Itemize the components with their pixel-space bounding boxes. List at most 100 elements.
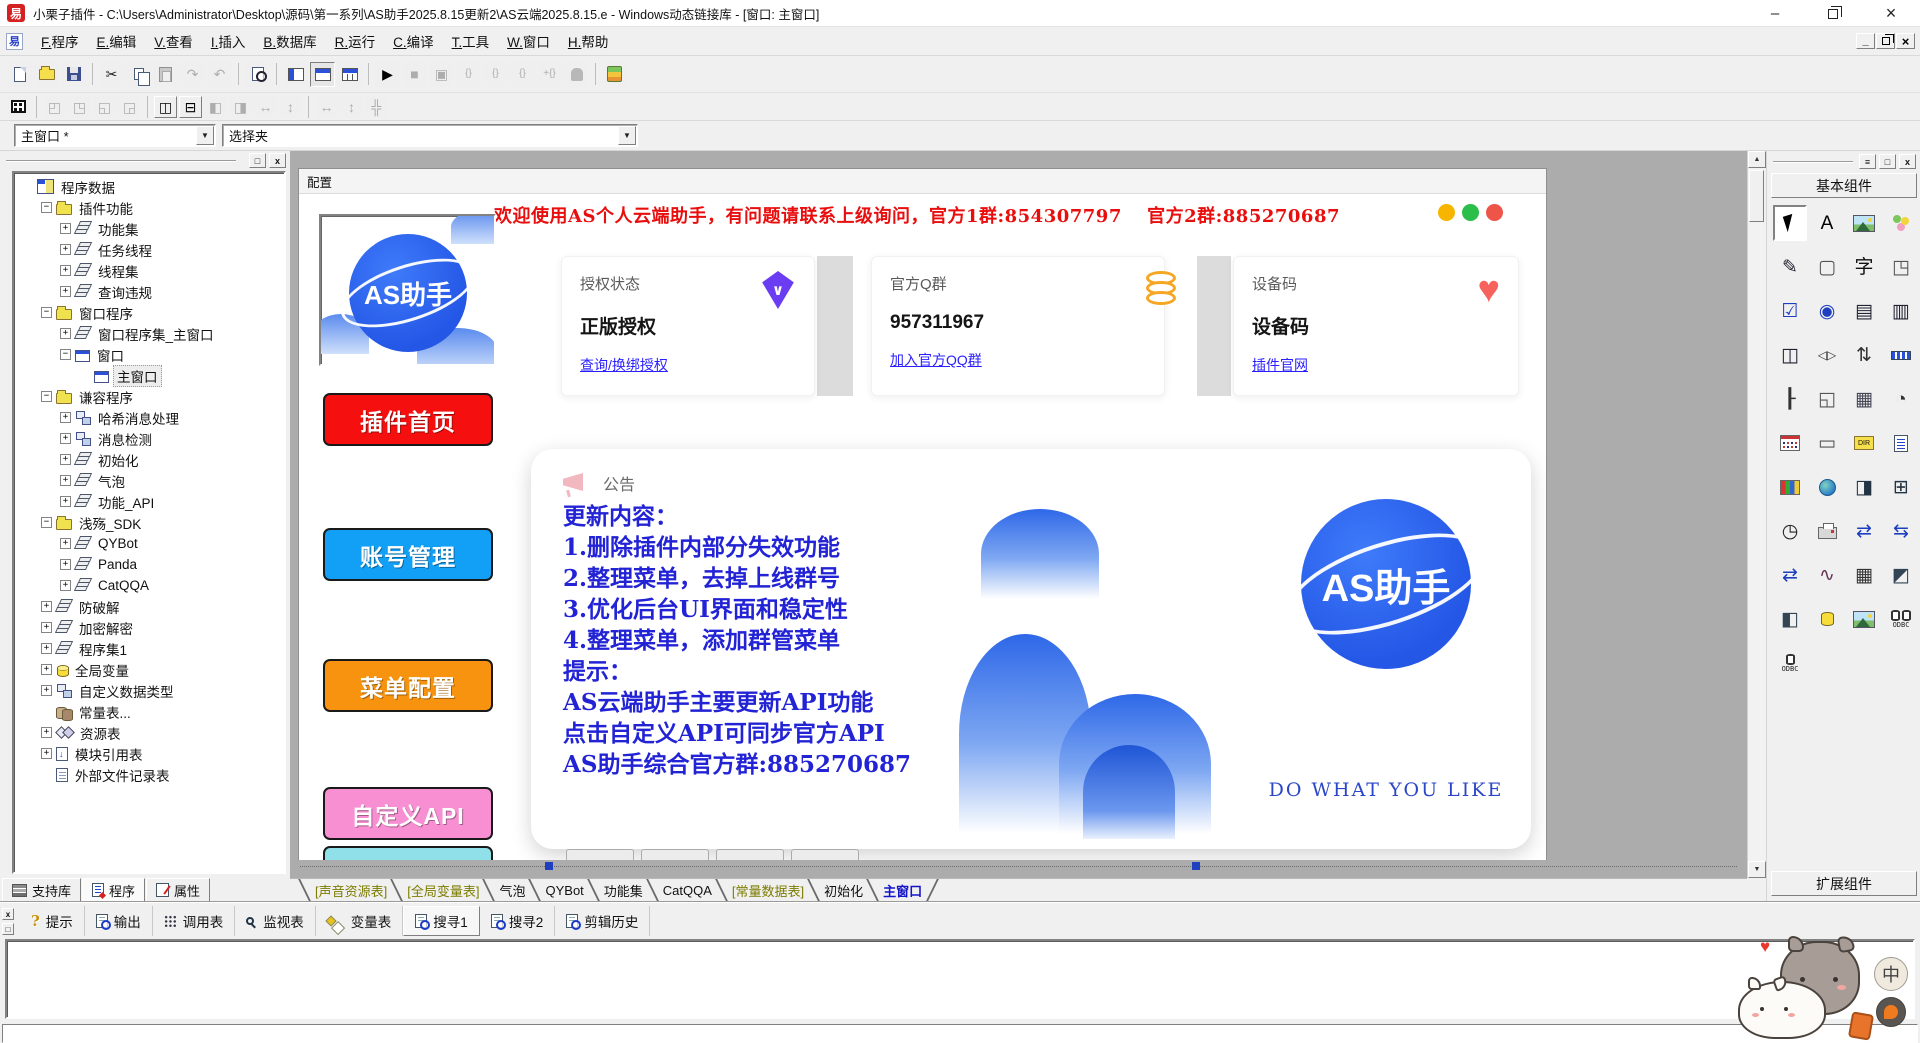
pause-icon[interactable] — [564, 62, 589, 87]
expand-icon[interactable]: + — [60, 265, 71, 276]
tree-item[interactable]: −窗口 — [16, 344, 284, 365]
tree-item-label[interactable]: CatQQA — [95, 578, 152, 593]
tree-item-label[interactable]: 窗口程序 — [76, 303, 136, 323]
palette-border[interactable]: ◳ — [1884, 249, 1918, 285]
tree-item-label[interactable]: QYBot — [95, 536, 141, 551]
find-icon[interactable] — [245, 62, 270, 87]
tree-item-label[interactable]: 哈希消息处理 — [95, 408, 182, 428]
palette-radio-button[interactable]: ◉ — [1810, 293, 1844, 329]
dock-close-button[interactable]: x — [2, 908, 14, 920]
selection-handle[interactable] — [1192, 862, 1200, 870]
clipped-button[interactable] — [791, 849, 859, 860]
tree-item[interactable]: +线程集 — [16, 260, 284, 281]
dock-tab-3[interactable]: 调用表 — [153, 906, 236, 936]
doc-tab-9[interactable]: 主窗口 — [874, 879, 931, 902]
minimize-button[interactable]: – — [1746, 0, 1804, 27]
palette-edit-line[interactable]: ▭ — [1810, 425, 1844, 461]
palette-spin-updown[interactable]: ⇅ — [1847, 337, 1881, 373]
palette-dir-box[interactable]: DIR — [1847, 425, 1881, 461]
doc-tab-8[interactable]: 初始化 — [815, 879, 872, 902]
menu-item-7[interactable]: C.编译 — [384, 28, 443, 54]
menu-item-1[interactable]: F.程序 — [32, 28, 88, 54]
space-across-icon[interactable]: ◧ — [204, 96, 227, 118]
panel-maximize-button[interactable]: □ — [249, 153, 266, 168]
panel-tab-1[interactable]: 支持库 — [2, 878, 81, 902]
clipped-button[interactable] — [641, 849, 709, 860]
palette-static-text[interactable]: 字 — [1847, 249, 1881, 285]
layout-top-icon[interactable] — [310, 62, 335, 87]
tree-item-label[interactable]: 资源表 — [77, 723, 124, 743]
palette-edit-box[interactable]: ✎ — [1773, 249, 1807, 285]
collapse-icon[interactable]: − — [41, 202, 52, 213]
redo-icon[interactable]: ↷ — [180, 62, 205, 87]
scroll-thumb[interactable] — [1749, 170, 1764, 222]
tree-item[interactable]: − 插件功能 — [16, 197, 284, 218]
layout-left-icon[interactable] — [283, 62, 308, 87]
tree-item-label[interactable]: 消息检测 — [95, 429, 155, 449]
form-grid-icon[interactable] — [7, 96, 30, 118]
expand-icon[interactable]: + — [41, 601, 52, 612]
selection-handle[interactable] — [545, 862, 553, 870]
expand-icon[interactable]: + — [60, 454, 71, 465]
clipped-button[interactable] — [716, 849, 784, 860]
palette-door-spin[interactable]: ◨ — [1847, 469, 1881, 505]
sidebar-button-2[interactable]: 账号管理 — [323, 528, 493, 581]
palette-list-view[interactable]: ▥ — [1884, 293, 1918, 329]
sidebar-button-5[interactable]: 检测更新 — [323, 846, 493, 860]
panel-close-button[interactable]: x — [269, 153, 286, 168]
palette-progress-bar[interactable] — [1884, 337, 1918, 373]
collapse-icon[interactable]: − — [41, 517, 52, 528]
tree-item[interactable]: +功能集 — [16, 218, 284, 239]
doc-tab-7[interactable]: [常量数据表] — [723, 879, 813, 902]
align-top-icon[interactable]: ◱ — [93, 96, 116, 118]
expand-icon[interactable]: + — [41, 664, 52, 675]
card-link[interactable]: 加入官方QQ群 — [890, 350, 982, 370]
doc-tab-4[interactable]: QYBot — [536, 879, 592, 902]
palette-odbc-pair[interactable]: ODBC — [1884, 601, 1918, 637]
expand-icon[interactable]: + — [60, 538, 71, 549]
palette-shapes[interactable] — [1884, 205, 1918, 241]
expand-icon[interactable]: + — [41, 622, 52, 633]
dropdown-arrow-icon[interactable]: ▼ — [196, 126, 214, 145]
mdi-child-icon[interactable]: 易 — [6, 33, 23, 50]
new-file-icon[interactable] — [7, 62, 32, 87]
palette-color-picker[interactable] — [1773, 469, 1807, 505]
menu-item-4[interactable]: I.插入 — [202, 28, 255, 54]
doc-tab-5[interactable]: 功能集 — [595, 879, 652, 902]
menu-item-8[interactable]: T.工具 — [443, 28, 499, 54]
palette-image-box[interactable] — [1847, 601, 1881, 637]
card-link[interactable]: 查询/换绑授权 — [580, 355, 668, 375]
tree-item[interactable]: +气泡 — [16, 470, 284, 491]
tree-item-label[interactable]: 外部文件记录表 — [72, 765, 173, 785]
tree-item-label[interactable]: 插件功能 — [76, 198, 136, 218]
tree-item-label[interactable]: 常量表... — [76, 702, 134, 722]
same-height-icon[interactable]: ↕ — [279, 96, 302, 118]
tree-item[interactable]: +CatQQA — [16, 575, 284, 596]
collapse-icon[interactable]: − — [41, 391, 52, 402]
dock-restore-button[interactable]: □ — [2, 923, 14, 935]
tree-item-label[interactable]: 功能_API — [95, 492, 157, 512]
design-vscrollbar[interactable]: ▲ ▼ — [1747, 151, 1765, 878]
expand-icon[interactable]: + — [60, 433, 71, 444]
tree-item[interactable]: +全局变量 — [16, 659, 284, 680]
expand-icon[interactable]: + — [60, 412, 71, 423]
search-results-panel[interactable] — [5, 939, 1915, 1019]
designed-window[interactable]: 配置 欢迎使用AS个人云端助手，有问题请联系上级询问，官方1群:85430779… — [298, 168, 1547, 860]
mdi-restore-button[interactable] — [1876, 33, 1895, 49]
tree-item-label[interactable]: 自定义数据类型 — [76, 681, 177, 701]
step-out-icon[interactable]: {} — [510, 62, 535, 87]
scroll-up-icon[interactable]: ▲ — [1748, 151, 1766, 168]
tree-item[interactable]: 主窗口 — [16, 365, 284, 386]
palette-animation[interactable]: ▦ — [1847, 381, 1881, 417]
doc-tab-2[interactable]: [全局变量表] — [398, 879, 488, 902]
ime-icon[interactable] — [1876, 997, 1906, 1027]
paste-icon[interactable] — [153, 62, 178, 87]
menu-item-9[interactable]: W.窗口 — [498, 28, 559, 54]
palette-rich-document[interactable] — [1884, 425, 1918, 461]
palette-month-calendar[interactable] — [1773, 425, 1807, 461]
tree-item-label[interactable]: Panda — [95, 557, 140, 572]
dropdown-arrow-icon[interactable]: ▼ — [618, 126, 636, 145]
tree-item-label[interactable]: 防破解 — [76, 597, 123, 617]
wizard-icon[interactable] — [602, 62, 627, 87]
tree-item-label[interactable]: 程序数据 — [58, 177, 118, 197]
